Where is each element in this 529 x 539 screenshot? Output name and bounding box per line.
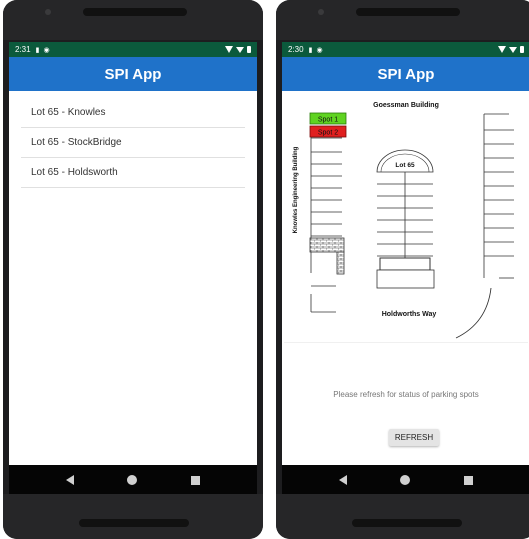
phone-bottom-bezel <box>276 494 529 539</box>
sim-card-icon: ▮ <box>35 46 40 54</box>
camera-icon <box>318 9 324 15</box>
speaker-grille <box>83 8 187 16</box>
phone-top-bezel <box>3 0 263 40</box>
battery-icon <box>247 46 251 53</box>
back-icon[interactable] <box>338 475 347 485</box>
south-road-label: Holdworths Way <box>382 311 437 318</box>
center-barrier <box>379 257 431 271</box>
west-building-label: Knowles Engineering Building <box>293 146 299 233</box>
brick-building-wing <box>336 251 345 275</box>
center-divider <box>376 269 435 289</box>
app-title: SPI App <box>104 65 162 83</box>
bottom-speaker <box>79 519 189 527</box>
phone-right: 2:30 ▮ ◉ SPI App Goessman Building Knowl… <box>276 0 529 539</box>
navigation-bar <box>9 465 257 495</box>
status-message: Please refresh for status of parking spo… <box>333 390 479 399</box>
lot-item-stockbridge[interactable]: Lot 65 - StockBridge <box>21 128 245 158</box>
wifi-icon <box>225 46 233 53</box>
north-building-label: Goessman Building <box>373 102 439 109</box>
brick-building <box>309 237 345 253</box>
spot-2-label: Spot 2 <box>318 130 338 137</box>
app-bar: SPI App <box>9 57 257 91</box>
lot-list: Lot 65 - Knowles Lot 65 - StockBridge Lo… <box>21 98 245 188</box>
phone-top-bezel <box>276 0 529 40</box>
camera-icon <box>45 9 51 15</box>
sim-card-icon: ▮ <box>308 46 313 54</box>
status-bar: 2:31 ▮ ◉ <box>9 42 257 57</box>
lot-item-knowles[interactable]: Lot 65 - Knowles <box>21 98 245 128</box>
status-time: 2:30 <box>288 45 304 54</box>
battery-icon <box>520 46 524 53</box>
right-parking-row <box>483 113 514 279</box>
bottom-speaker <box>352 519 462 527</box>
phone-bottom-bezel <box>3 494 263 539</box>
lot-item-label: Lot 65 - StockBridge <box>31 137 122 148</box>
speaker-grille <box>356 8 460 16</box>
sync-icon: ◉ <box>43 46 50 54</box>
recents-icon[interactable] <box>464 475 474 485</box>
home-icon[interactable] <box>127 475 138 485</box>
screen-lot-map: 2:30 ▮ ◉ SPI App Goessman Building Knowl… <box>282 42 529 495</box>
center-parking-row <box>377 172 433 270</box>
screen-lot-list: 2:31 ▮ ◉ SPI App Lot 65 - Knowles Lot 65… <box>9 42 257 495</box>
navigation-bar <box>282 465 529 495</box>
parking-map-svg: Goessman Building Knowles Engineering Bu… <box>293 102 514 339</box>
wifi-icon <box>498 46 506 53</box>
lot-item-holdsworth[interactable]: Lot 65 - Holdsworth <box>21 158 245 188</box>
back-icon[interactable] <box>65 475 74 485</box>
lot-item-label: Lot 65 - Knowles <box>31 107 106 118</box>
spot-1-label: Spot 1 <box>318 117 338 124</box>
left-parking-row <box>310 136 342 313</box>
lot-65-label: Lot 65 <box>395 162 415 169</box>
app-title: SPI App <box>377 65 435 83</box>
status-bar: 2:30 ▮ ◉ <box>282 42 529 57</box>
curved-road <box>455 287 492 339</box>
recents-icon[interactable] <box>191 475 201 485</box>
sync-icon: ◉ <box>316 46 323 54</box>
signal-icon <box>509 46 517 53</box>
lot-item-label: Lot 65 - Holdsworth <box>31 167 118 178</box>
signal-icon <box>236 46 244 53</box>
phone-left: 2:31 ▮ ◉ SPI App Lot 65 - Knowles Lot 65… <box>3 0 263 539</box>
parking-lot-map: Goessman Building Knowles Engineering Bu… <box>284 98 528 343</box>
app-bar: SPI App <box>282 57 529 91</box>
home-icon[interactable] <box>400 475 411 485</box>
status-time: 2:31 <box>15 45 31 54</box>
refresh-button[interactable]: REFRESH <box>389 429 439 446</box>
